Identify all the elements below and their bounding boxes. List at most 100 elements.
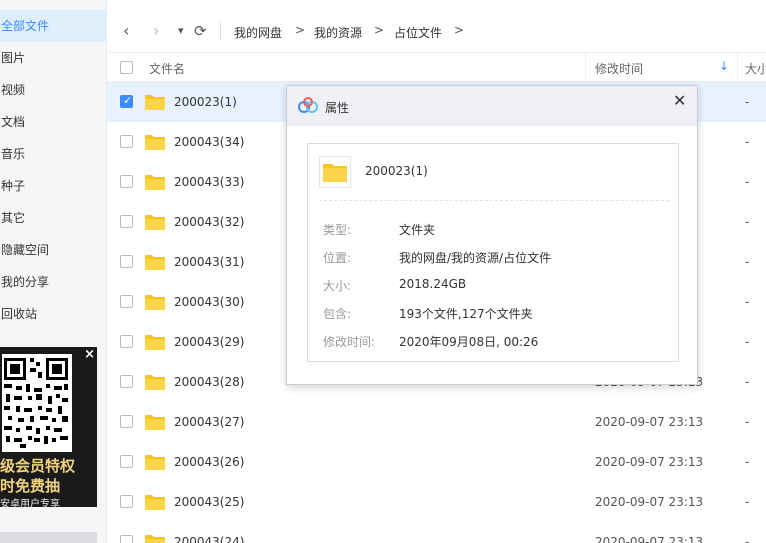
row-checkbox[interactable] — [120, 215, 133, 228]
row-checkbox[interactable]: ✓ — [120, 94, 133, 108]
forward-arrow-icon[interactable]: › — [153, 21, 159, 41]
file-name[interactable]: 200023(1) — [174, 95, 237, 109]
folder-icon — [144, 212, 166, 235]
folder-icon — [144, 132, 166, 155]
folder-icon — [144, 412, 166, 435]
promo-headline: 级会员特权 — [0, 457, 76, 475]
file-modified-time: 2020-09-07 23:13 — [595, 495, 704, 509]
sidebar-item-images[interactable]: 图片 — [0, 42, 107, 74]
row-checkbox[interactable] — [120, 415, 133, 428]
file-size: - — [745, 535, 750, 543]
refresh-icon[interactable]: ⟳ — [194, 21, 207, 41]
file-size: - — [745, 255, 750, 269]
sidebar-item-videos[interactable]: 视频 — [0, 74, 107, 106]
file-size: - — [745, 495, 750, 509]
breadcrumb-my-resources[interactable]: 我的资源 — [314, 24, 362, 41]
sidebar-item-my-shares[interactable]: 我的分享 — [0, 266, 107, 298]
file-name[interactable]: 200043(32) — [174, 215, 244, 229]
file-name[interactable]: 200043(34) — [174, 135, 244, 149]
row-checkbox[interactable] — [120, 375, 133, 388]
column-header-name[interactable]: 文件名 — [149, 60, 185, 77]
folder-icon — [144, 292, 166, 315]
row-checkbox[interactable] — [120, 295, 133, 308]
nav-divider — [220, 21, 221, 41]
breadcrumb-placeholder-files[interactable]: 占位文件 — [394, 24, 442, 41]
column-divider[interactable] — [585, 53, 586, 82]
file-name[interactable]: 200043(27) — [174, 415, 244, 429]
file-size: - — [745, 215, 750, 229]
sidebar-item-all-files[interactable]: 全部文件 — [0, 10, 107, 42]
prop-value-location: 我的网盘/我的资源/占位文件 — [399, 251, 552, 265]
file-size: - — [745, 455, 750, 469]
file-name[interactable]: 200043(30) — [174, 295, 244, 309]
breadcrumb-separator: > — [374, 23, 385, 37]
history-dropdown-icon[interactable]: ▾ — [178, 21, 184, 41]
breadcrumb-my-drive[interactable]: 我的网盘 — [234, 24, 282, 41]
folder-icon — [144, 492, 166, 515]
prop-label-type: 类型: — [323, 223, 352, 237]
sidebar-item-torrents[interactable]: 种子 — [0, 170, 107, 202]
breadcrumb-separator: > — [295, 23, 306, 37]
prop-label-contains: 包含: — [323, 307, 352, 321]
file-modified-time: 2020-09-07 23:13 — [595, 415, 704, 429]
checkmark-icon: ✓ — [123, 94, 133, 107]
breadcrumb-separator: > — [454, 23, 465, 37]
navigation-bar: ‹ › ▾ ⟳ 我的网盘 > 我的资源 > 占位文件 > — [107, 11, 766, 51]
prop-label-location: 位置: — [323, 251, 352, 265]
file-size: - — [745, 335, 750, 349]
row-checkbox[interactable] — [120, 175, 133, 188]
file-row[interactable]: 200043(26) 2020-09-07 23:13 - — [107, 442, 766, 482]
row-checkbox[interactable] — [120, 255, 133, 268]
properties-dialog: 属性 ✕ 200023(1) 类型: 文件夹 位置: 我的网盘/我的资源/占位文… — [286, 85, 698, 385]
file-list-header: 文件名 修改时间 ↓ 大小 — [107, 52, 766, 82]
prop-value-type: 文件夹 — [399, 223, 436, 237]
row-checkbox[interactable] — [120, 135, 133, 148]
sidebar-item-recycle-bin[interactable]: 回收站 — [0, 298, 107, 330]
file-row[interactable]: 200043(27) 2020-09-07 23:13 - — [107, 402, 766, 442]
row-checkbox[interactable] — [120, 495, 133, 508]
column-divider[interactable] — [737, 53, 738, 82]
file-row[interactable]: 200043(24) 2020-09-07 23:13 - — [107, 522, 766, 543]
column-header-modified[interactable]: 修改时间 — [595, 60, 643, 77]
folder-icon — [144, 452, 166, 475]
promo-close-icon[interactable]: × — [84, 347, 95, 362]
file-name[interactable]: 200043(24) — [174, 535, 244, 543]
folder-icon — [144, 532, 166, 543]
column-header-size[interactable]: 大小 — [745, 60, 766, 77]
sidebar-item-documents[interactable]: 文档 — [0, 106, 107, 138]
sidebar-footer — [0, 532, 97, 543]
file-size: - — [745, 175, 750, 189]
sidebar: 全部文件 图片 视频 文档 音乐 种子 其它 隐藏空间 我的分享 回收站 × 级… — [0, 0, 107, 543]
sidebar-item-others[interactable]: 其它 — [0, 202, 107, 234]
file-row[interactable]: 200043(25) 2020-09-07 23:13 - — [107, 482, 766, 522]
file-name[interactable]: 200043(33) — [174, 175, 244, 189]
file-name[interactable]: 200043(31) — [174, 255, 244, 269]
sidebar-item-music[interactable]: 音乐 — [0, 138, 107, 170]
prop-label-modified: 修改时间: — [323, 335, 376, 349]
row-checkbox[interactable] — [120, 455, 133, 468]
select-all-checkbox[interactable] — [120, 61, 133, 74]
dialog-title-bar[interactable]: 属性 ✕ — [287, 86, 697, 126]
back-arrow-icon[interactable]: ‹ — [123, 21, 129, 41]
promo-subheadline: 时免费抽 — [0, 477, 61, 495]
file-size: - — [745, 295, 750, 309]
row-checkbox[interactable] — [120, 335, 133, 348]
qr-code-image — [0, 350, 97, 452]
file-name[interactable]: 200043(26) — [174, 455, 244, 469]
close-icon[interactable]: ✕ — [673, 91, 686, 110]
sidebar-item-hidden-space[interactable]: 隐藏空间 — [0, 234, 107, 266]
folder-icon — [144, 252, 166, 275]
file-name[interactable]: 200043(29) — [174, 335, 244, 349]
prop-value-contains: 193个文件,127个文件夹 — [399, 307, 533, 321]
app-logo-icon — [298, 97, 318, 113]
prop-value-size: 2018.24GB — [399, 277, 467, 291]
file-name[interactable]: 200043(25) — [174, 495, 244, 509]
file-size: - — [745, 135, 750, 149]
file-name[interactable]: 200043(28) — [174, 375, 244, 389]
folder-icon — [144, 92, 166, 115]
row-checkbox[interactable] — [120, 535, 133, 543]
dialog-divider — [319, 200, 669, 201]
dialog-title: 属性 — [325, 101, 350, 115]
promo-banner[interactable]: × 级会员特权 时免费抽 安卓用户专享 — [0, 347, 97, 507]
sort-descending-icon[interactable]: ↓ — [719, 59, 729, 73]
